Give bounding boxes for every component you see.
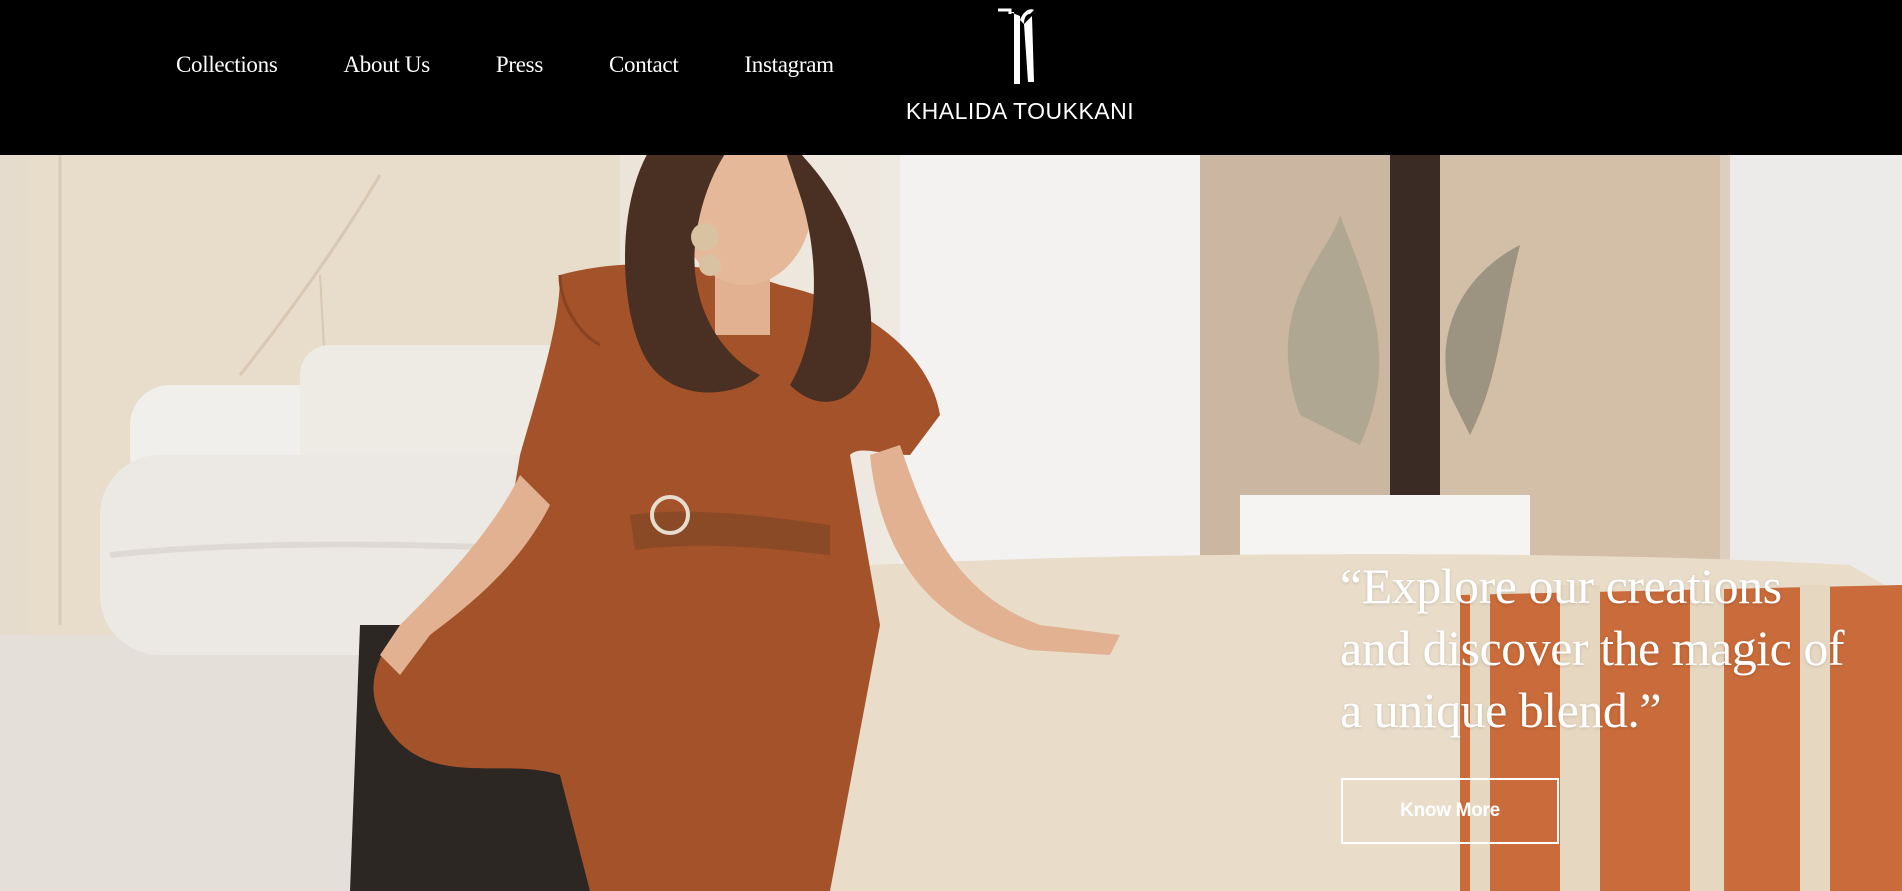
- kt-monogram-icon: [998, 8, 1034, 84]
- hero-quote: “Explore our creations and discover the …: [1340, 558, 1844, 738]
- nav-press[interactable]: Press: [496, 52, 543, 78]
- hero-section: “Explore our creations and discover the …: [0, 155, 1902, 891]
- woman-seated-on-pouf-photo: [0, 155, 1902, 891]
- nav-about-us[interactable]: About Us: [343, 52, 430, 78]
- nav-contact[interactable]: Contact: [609, 52, 679, 78]
- site-header: Collections About Us Press Contact Insta…: [0, 0, 1902, 155]
- main-nav: Collections About Us Press Contact Insta…: [176, 52, 900, 78]
- brand-logo[interactable]: KHALIDA TOUKKANI: [905, 6, 1135, 126]
- nav-instagram[interactable]: Instagram: [744, 52, 834, 78]
- nav-collections[interactable]: Collections: [176, 52, 278, 78]
- brand-name: KHALIDA TOUKKANI: [905, 98, 1135, 124]
- know-more-button[interactable]: Know More: [1341, 778, 1559, 844]
